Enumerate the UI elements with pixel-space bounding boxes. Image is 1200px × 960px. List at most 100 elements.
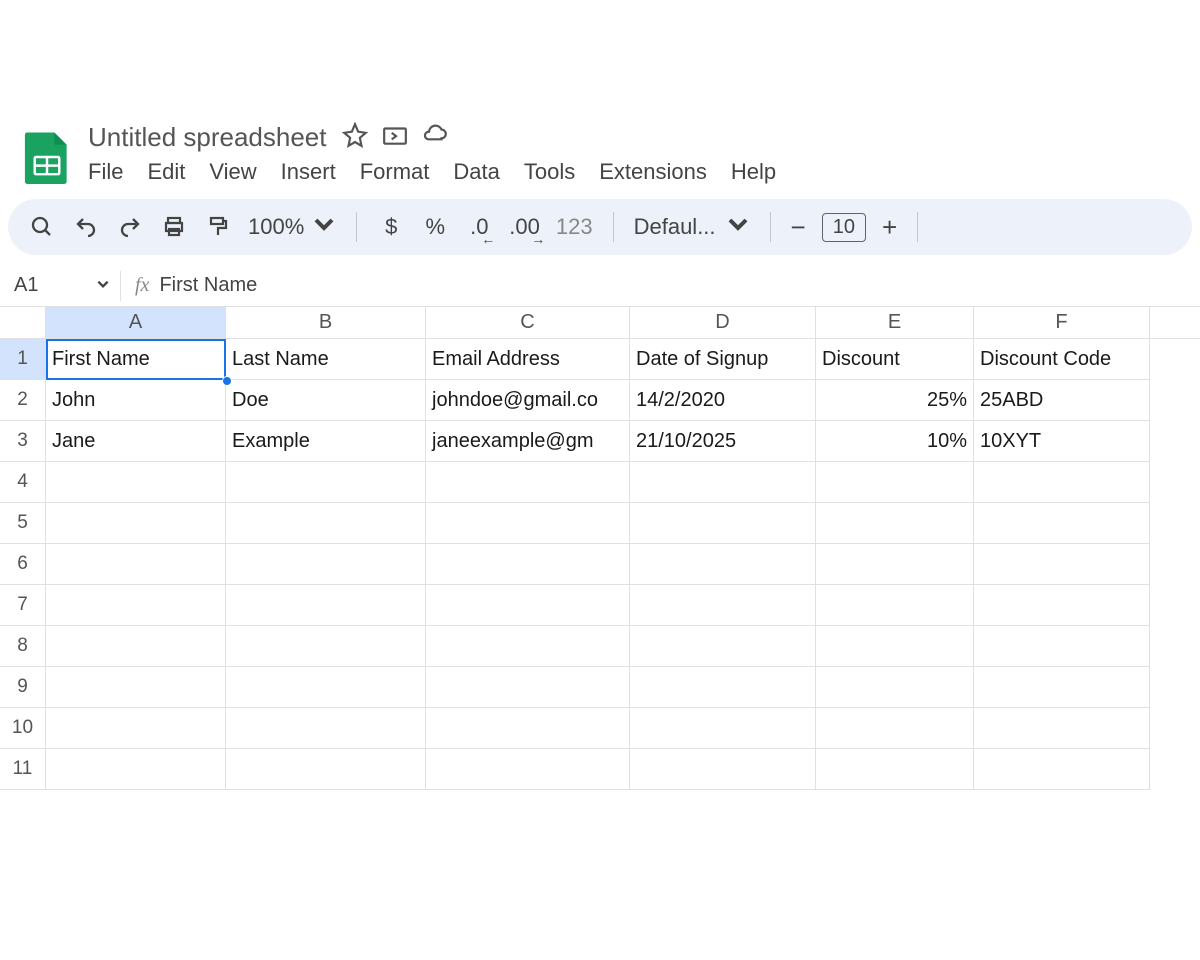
- cell-c1[interactable]: Email Address: [426, 339, 630, 380]
- cell[interactable]: [974, 749, 1150, 790]
- cell[interactable]: [630, 626, 816, 667]
- cell[interactable]: [974, 462, 1150, 503]
- menu-insert[interactable]: Insert: [281, 159, 336, 185]
- formula-input[interactable]: First Name: [159, 274, 257, 297]
- cell[interactable]: [630, 749, 816, 790]
- increase-decimal-button[interactable]: .00 →: [509, 209, 540, 245]
- move-icon[interactable]: [382, 122, 408, 153]
- cell[interactable]: [226, 749, 426, 790]
- cell-b3[interactable]: Example: [226, 421, 426, 462]
- cell[interactable]: [630, 544, 816, 585]
- menu-tools[interactable]: Tools: [524, 159, 575, 185]
- row-header[interactable]: 7: [0, 585, 46, 626]
- document-title[interactable]: Untitled spreadsheet: [88, 122, 326, 153]
- cell[interactable]: [816, 585, 974, 626]
- cell[interactable]: [426, 708, 630, 749]
- cell[interactable]: [46, 503, 226, 544]
- cell-a1[interactable]: First Name: [46, 339, 226, 380]
- cell[interactable]: [974, 708, 1150, 749]
- menu-data[interactable]: Data: [453, 159, 499, 185]
- cell-e1[interactable]: Discount: [816, 339, 974, 380]
- search-icon[interactable]: [28, 209, 56, 245]
- cell[interactable]: [974, 503, 1150, 544]
- number-format-button[interactable]: 123: [556, 209, 593, 245]
- column-header-f[interactable]: F: [974, 307, 1150, 338]
- menu-help[interactable]: Help: [731, 159, 776, 185]
- cell-c3[interactable]: janeexample@gm: [426, 421, 630, 462]
- cell[interactable]: [46, 626, 226, 667]
- menu-extensions[interactable]: Extensions: [599, 159, 707, 185]
- cell-b1[interactable]: Last Name: [226, 339, 426, 380]
- increase-font-button[interactable]: +: [882, 212, 897, 243]
- cell[interactable]: [46, 544, 226, 585]
- row-header[interactable]: 1: [0, 339, 46, 380]
- cell[interactable]: [226, 503, 426, 544]
- cloud-status-icon[interactable]: [422, 122, 448, 153]
- column-header-b[interactable]: B: [226, 307, 426, 338]
- cell[interactable]: [46, 585, 226, 626]
- cell[interactable]: [974, 626, 1150, 667]
- cell-f3[interactable]: 10XYT: [974, 421, 1150, 462]
- row-header[interactable]: 10: [0, 708, 46, 749]
- percent-button[interactable]: %: [421, 209, 449, 245]
- cell[interactable]: [46, 749, 226, 790]
- decrease-font-button[interactable]: −: [791, 212, 806, 243]
- menu-file[interactable]: File: [88, 159, 123, 185]
- cell[interactable]: [226, 585, 426, 626]
- cell-c2[interactable]: johndoe@gmail.co: [426, 380, 630, 421]
- cell[interactable]: [426, 749, 630, 790]
- cell-a3[interactable]: Jane: [46, 421, 226, 462]
- row-header[interactable]: 9: [0, 667, 46, 708]
- cell[interactable]: [426, 462, 630, 503]
- cell-b2[interactable]: Doe: [226, 380, 426, 421]
- cell[interactable]: [226, 462, 426, 503]
- cell[interactable]: [46, 667, 226, 708]
- zoom-dropdown[interactable]: 100%: [248, 212, 336, 242]
- cell-e2[interactable]: 25%: [816, 380, 974, 421]
- cell-d1[interactable]: Date of Signup: [630, 339, 816, 380]
- cell[interactable]: [630, 585, 816, 626]
- row-header[interactable]: 5: [0, 503, 46, 544]
- select-all-corner[interactable]: [0, 307, 46, 338]
- cell-f2[interactable]: 25ABD: [974, 380, 1150, 421]
- cell[interactable]: [630, 667, 816, 708]
- column-header-e[interactable]: E: [816, 307, 974, 338]
- cell[interactable]: [974, 667, 1150, 708]
- cell[interactable]: [46, 708, 226, 749]
- row-header[interactable]: 2: [0, 380, 46, 421]
- column-header-c[interactable]: C: [426, 307, 630, 338]
- cell[interactable]: [426, 544, 630, 585]
- row-header[interactable]: 3: [0, 421, 46, 462]
- cell-d3[interactable]: 21/10/2025: [630, 421, 816, 462]
- currency-button[interactable]: $: [377, 209, 405, 245]
- column-header-d[interactable]: D: [630, 307, 816, 338]
- cell[interactable]: [816, 462, 974, 503]
- decrease-decimal-button[interactable]: .0 ←: [465, 209, 493, 245]
- cell[interactable]: [426, 667, 630, 708]
- cell[interactable]: [816, 503, 974, 544]
- cell[interactable]: [974, 544, 1150, 585]
- column-header-a[interactable]: A: [46, 307, 226, 338]
- cell[interactable]: [426, 585, 630, 626]
- undo-icon[interactable]: [72, 209, 100, 245]
- cell[interactable]: [816, 626, 974, 667]
- paint-format-icon[interactable]: [204, 209, 232, 245]
- cell[interactable]: [974, 585, 1150, 626]
- row-header[interactable]: 8: [0, 626, 46, 667]
- row-header[interactable]: 4: [0, 462, 46, 503]
- menu-view[interactable]: View: [209, 159, 256, 185]
- cell[interactable]: [816, 749, 974, 790]
- cell[interactable]: [630, 708, 816, 749]
- cell[interactable]: [46, 462, 226, 503]
- cell[interactable]: [226, 708, 426, 749]
- font-size-input[interactable]: 10: [822, 213, 866, 242]
- star-icon[interactable]: [342, 122, 368, 153]
- cell[interactable]: [630, 462, 816, 503]
- cell[interactable]: [816, 667, 974, 708]
- cell[interactable]: [226, 544, 426, 585]
- cell[interactable]: [816, 544, 974, 585]
- menu-edit[interactable]: Edit: [147, 159, 185, 185]
- cell[interactable]: [426, 626, 630, 667]
- cell[interactable]: [426, 503, 630, 544]
- cell[interactable]: [226, 626, 426, 667]
